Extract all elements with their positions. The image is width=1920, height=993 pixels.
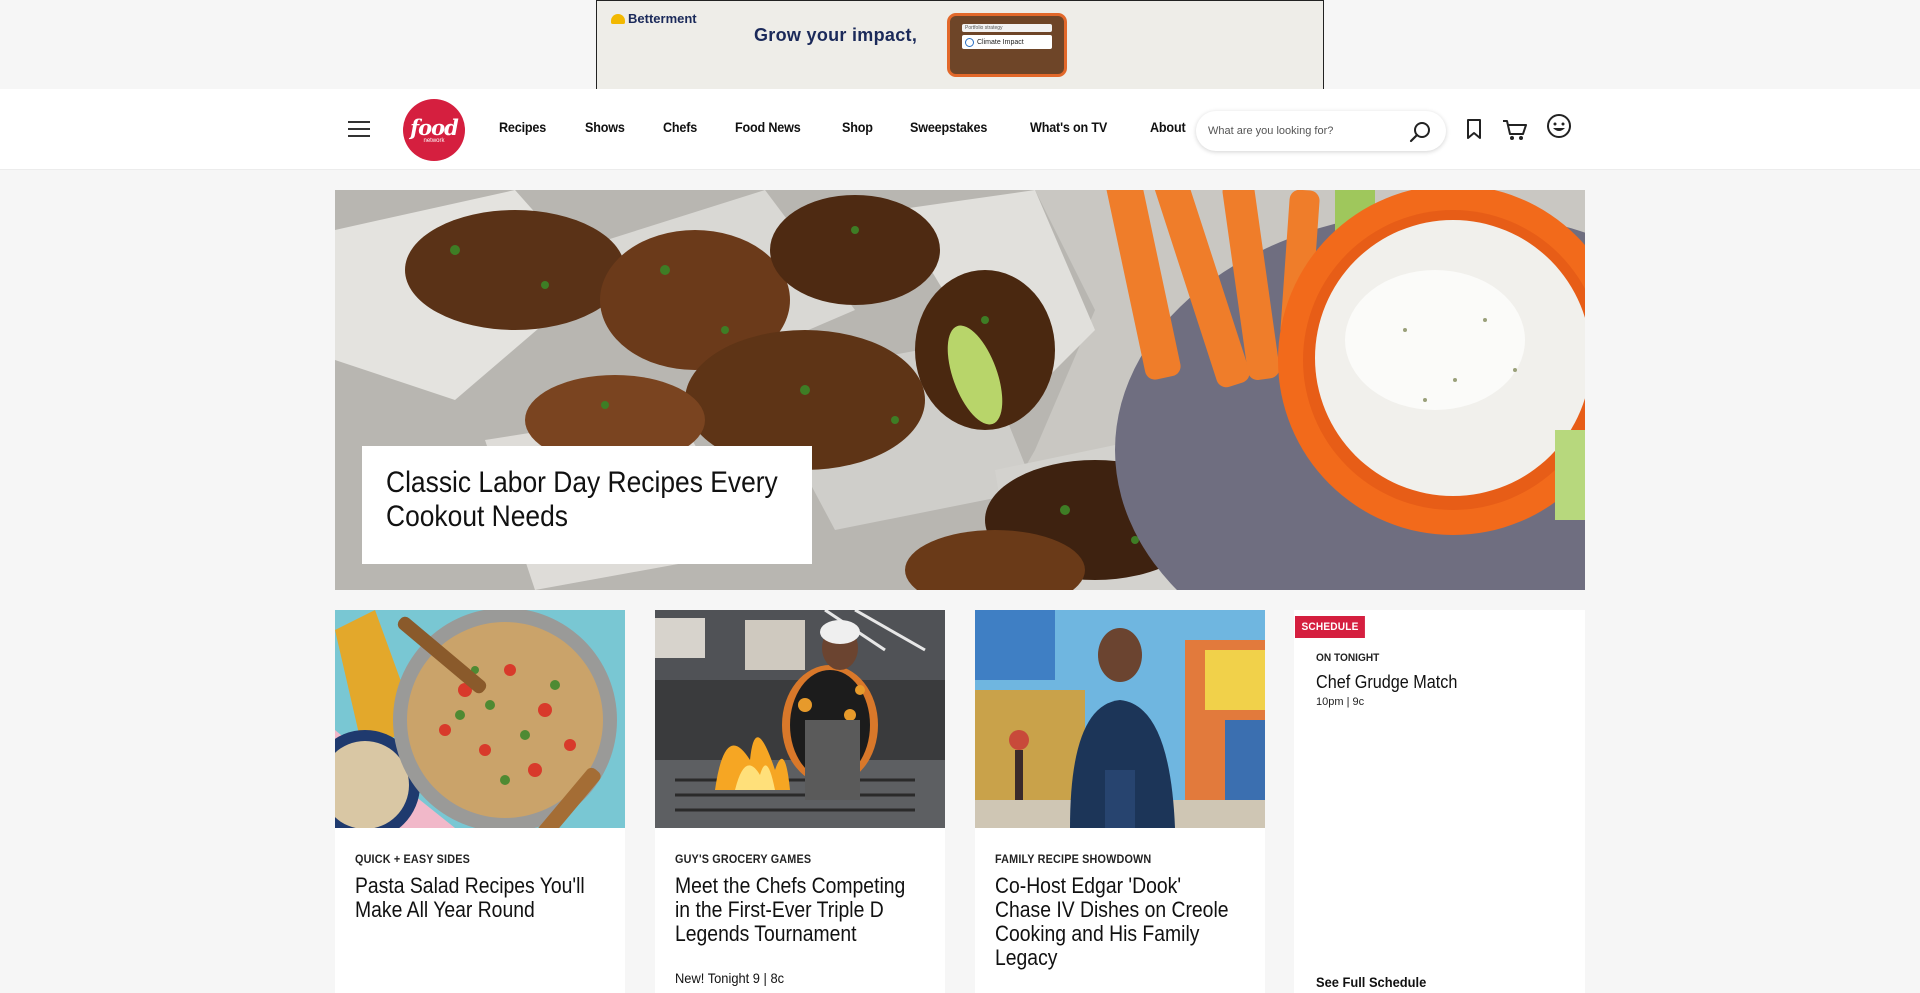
ad-brand-name: Betterment bbox=[628, 11, 697, 26]
nav-item-about[interactable]: About bbox=[1150, 119, 1186, 135]
search-icon[interactable] bbox=[1408, 120, 1432, 144]
show-title[interactable]: Chef Grudge Match bbox=[1316, 672, 1457, 693]
article-card-pasta-salad[interactable]: QUICK + EASY SIDES Pasta Salad Recipes Y… bbox=[335, 610, 625, 993]
card-kicker: QUICK + EASY SIDES bbox=[355, 852, 470, 866]
hero-title[interactable]: Classic Labor Day Recipes Every Cookout … bbox=[386, 466, 791, 534]
search-box bbox=[1196, 111, 1446, 151]
hero-feature[interactable]: Classic Labor Day Recipes Every Cookout … bbox=[335, 190, 1585, 590]
nav-item-whats-on-tv[interactable]: What's on TV bbox=[1030, 119, 1107, 135]
article-card-edgar-chase[interactable]: FAMILY RECIPE SHOWDOWN Co-Host Edgar 'Do… bbox=[975, 610, 1265, 993]
main-nav: Recipes Shows Chefs Food News Shop Sweep… bbox=[499, 119, 1223, 135]
nav-item-food-news[interactable]: Food News bbox=[735, 119, 801, 135]
schedule-badge: SCHEDULE bbox=[1295, 616, 1366, 638]
show-time: 10pm | 9c bbox=[1316, 696, 1365, 708]
nav-item-shop[interactable]: Shop bbox=[842, 119, 873, 135]
card-kicker: GUY'S GROCERY GAMES bbox=[675, 852, 812, 866]
ad-brand-logo: Betterment bbox=[611, 11, 697, 26]
ad-headline: Grow your impact, bbox=[754, 25, 918, 45]
advertisement-banner[interactable]: Betterment Grow your impact, Portfolio s… bbox=[596, 0, 1324, 90]
card-airtime: New! Tonight 9 | 8c bbox=[675, 970, 785, 986]
see-full-schedule-link[interactable]: See Full Schedule bbox=[1316, 974, 1426, 990]
nav-item-recipes[interactable]: Recipes bbox=[499, 119, 546, 135]
user-account-icon[interactable] bbox=[1546, 113, 1572, 139]
chef-grilling-image bbox=[655, 610, 945, 828]
edgar-chase-image bbox=[975, 610, 1265, 828]
pasta-salad-image bbox=[335, 610, 625, 828]
radio-icon bbox=[965, 37, 974, 47]
nav-item-shows[interactable]: Shows bbox=[585, 119, 625, 135]
search-input[interactable] bbox=[1208, 121, 1398, 141]
on-tonight-label: ON TONIGHT bbox=[1316, 652, 1380, 664]
betterment-logo-icon bbox=[611, 13, 625, 24]
ad-strip: Betterment Grow your impact, Portfolio s… bbox=[0, 0, 1920, 90]
menu-icon[interactable] bbox=[348, 121, 370, 137]
bookmark-icon[interactable] bbox=[1465, 118, 1483, 140]
card-title[interactable]: Pasta Salad Recipes You'll Make All Year… bbox=[355, 874, 593, 922]
food-network-logo[interactable]: food network bbox=[403, 99, 465, 161]
ad-phone-label: Portfolio strategy bbox=[962, 24, 1052, 32]
nav-item-chefs[interactable]: Chefs bbox=[663, 119, 697, 135]
cart-icon[interactable] bbox=[1502, 118, 1528, 142]
ad-phone-graphic: Portfolio strategy Climate Impact bbox=[947, 13, 1067, 77]
nav-item-sweepstakes[interactable]: Sweepstakes bbox=[910, 119, 987, 135]
logo-subtitle: network bbox=[423, 137, 445, 144]
logo-wordmark: food bbox=[410, 114, 459, 140]
site-header: food network Recipes Shows Chefs Food Ne… bbox=[0, 89, 1920, 170]
tv-schedule-widget: SCHEDULE ON TONIGHT Chef Grudge Match 10… bbox=[1294, 610, 1585, 993]
card-kicker: FAMILY RECIPE SHOWDOWN bbox=[995, 852, 1152, 866]
ad-phone-option: Climate Impact bbox=[962, 35, 1052, 49]
article-card-triple-d-legends[interactable]: GUY'S GROCERY GAMES Meet the Chefs Compe… bbox=[655, 610, 945, 993]
ad-phone-option-label: Climate Impact bbox=[977, 38, 1024, 46]
hero-caption-box: Classic Labor Day Recipes Every Cookout … bbox=[362, 446, 812, 564]
card-title[interactable]: Meet the Chefs Competing in the First-Ev… bbox=[675, 874, 913, 946]
card-title[interactable]: Co-Host Edgar 'Dook' Chase IV Dishes on … bbox=[995, 874, 1233, 970]
